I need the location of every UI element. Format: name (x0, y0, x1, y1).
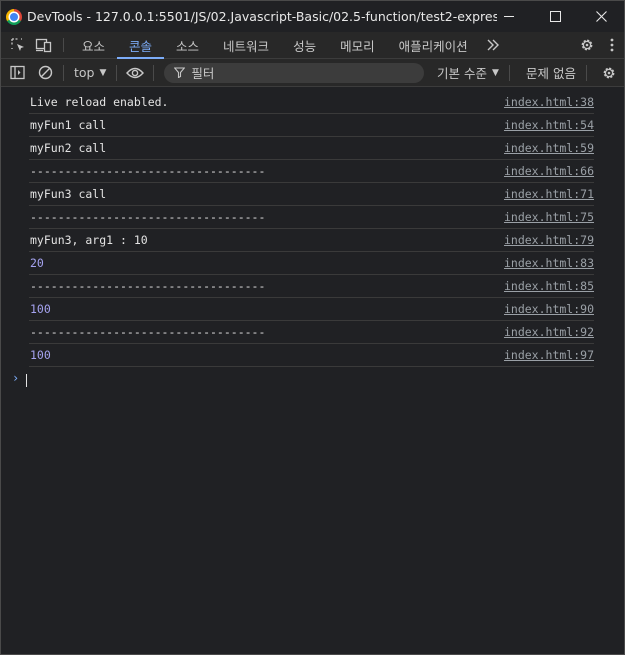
console-message: myFun3, arg1 : 10 index.html:79 (29, 229, 594, 252)
devtools-window: DevTools - 127.0.0.1:5501/JS/02.Javascri… (0, 0, 625, 655)
filter-icon (174, 67, 186, 78)
maximize-icon (549, 11, 561, 22)
context-selector[interactable]: top ▼ (68, 65, 112, 80)
settings-button[interactable] (574, 37, 600, 53)
console-message: 100 index.html:90 (29, 298, 594, 321)
console-message: ---------------------------------- index… (29, 206, 594, 229)
sidebar-toggle-icon (9, 65, 25, 80)
console-message: myFun2 call index.html:59 (29, 137, 594, 160)
console-message: myFun3 call index.html:71 (29, 183, 594, 206)
message-text: Live reload enabled. (30, 95, 169, 109)
customize-menu-button[interactable] (600, 38, 624, 52)
console-message: ---------------------------------- index… (29, 160, 594, 183)
panel-tab-bar: 요소 콘솔 소스 네트워크 성능 메모리 애플리케이션 (1, 32, 624, 59)
inspect-element-button[interactable] (5, 32, 31, 58)
source-link[interactable]: index.html:83 (504, 252, 594, 274)
inspect-icon (11, 38, 24, 51)
gear-icon (581, 39, 593, 51)
filter-input[interactable]: 필터 (164, 62, 425, 83)
live-expression-button[interactable] (121, 59, 149, 86)
caret-down-icon: ▼ (99, 67, 107, 78)
console-toolbar: top ▼ 필터 기본 수준 ▼ 문제 없음 (1, 59, 624, 87)
device-toggle-icon (35, 38, 52, 53)
message-text: myFun2 call (30, 141, 107, 155)
maximize-button[interactable] (532, 1, 578, 32)
console-message: ---------------------------------- index… (29, 321, 594, 344)
toolbar-divider (508, 64, 510, 81)
more-tabs-button[interactable] (480, 32, 506, 58)
console-message: Live reload enabled. index.html:38 (29, 91, 594, 114)
message-text: ---------------------------------- (30, 279, 266, 293)
message-number: 100 (30, 302, 51, 316)
message-number: 100 (30, 348, 51, 362)
window-title: DevTools - 127.0.0.1:5501/JS/02.Javascri… (27, 9, 497, 24)
text-cursor (26, 374, 27, 387)
log-levels-dropdown[interactable]: 기본 수준 ▼ (437, 59, 514, 86)
clear-icon (38, 65, 52, 80)
eye-icon (126, 67, 145, 78)
source-link[interactable]: index.html:38 (504, 91, 594, 113)
gear-icon (603, 67, 615, 78)
source-link[interactable]: index.html:85 (504, 275, 594, 297)
close-button[interactable] (578, 1, 624, 32)
tab-performance[interactable]: 성능 (281, 32, 328, 58)
toolbar-divider (63, 38, 64, 52)
console-output: Live reload enabled. index.html:38 myFun… (1, 87, 624, 391)
close-icon (595, 11, 607, 22)
device-toolbar-button[interactable] (31, 32, 57, 58)
console-prompt[interactable]: › (1, 369, 624, 391)
tab-elements[interactable]: 요소 (70, 32, 117, 58)
tab-memory[interactable]: 메모리 (328, 32, 387, 58)
toolbar-divider (585, 64, 587, 81)
kebab-menu-icon (610, 38, 614, 52)
levels-label: 기본 수준 (437, 66, 487, 81)
toolbar-divider (116, 64, 118, 81)
source-link[interactable]: index.html:54 (504, 114, 594, 136)
source-link[interactable]: index.html:97 (504, 344, 594, 366)
tabbar-actions (561, 32, 624, 58)
console-message: ---------------------------------- index… (29, 275, 594, 298)
double-chevron-right-icon (487, 39, 499, 51)
message-number: 20 (30, 256, 44, 270)
show-sidebar-button[interactable] (3, 59, 31, 86)
issues-counter[interactable]: 문제 없음 (526, 59, 591, 86)
caret-down-icon: ▼ (491, 67, 499, 78)
source-link[interactable]: index.html:79 (504, 229, 594, 251)
source-link[interactable]: index.html:59 (504, 137, 594, 159)
message-text: ---------------------------------- (30, 164, 266, 178)
console-message: myFun1 call index.html:54 (29, 114, 594, 137)
clear-console-button[interactable] (31, 59, 59, 86)
source-link[interactable]: index.html:90 (504, 298, 594, 320)
context-label: top (74, 65, 95, 80)
minimize-button[interactable] (486, 1, 532, 32)
message-text: ---------------------------------- (30, 325, 266, 339)
issues-label: 문제 없음 (526, 66, 576, 81)
minimize-icon (504, 16, 514, 17)
console-message: 100 index.html:97 (29, 344, 594, 367)
chrome-logo-icon (6, 8, 22, 25)
message-text: myFun3, arg1 : 10 (30, 233, 148, 247)
filter-placeholder: 필터 (191, 66, 215, 81)
message-text: ---------------------------------- (30, 210, 266, 224)
source-link[interactable]: index.html:92 (504, 321, 594, 343)
prompt-chevron-icon: › (12, 371, 20, 385)
toolbar-divider (63, 64, 64, 81)
toolbar-divider (153, 64, 155, 81)
tab-console[interactable]: 콘솔 (117, 32, 165, 59)
tab-network[interactable]: 네트워크 (211, 32, 281, 58)
tab-application[interactable]: 애플리케이션 (387, 32, 480, 58)
message-text: myFun3 call (30, 187, 107, 201)
tab-sources[interactable]: 소스 (164, 32, 211, 58)
source-link[interactable]: index.html:66 (504, 160, 594, 182)
source-link[interactable]: index.html:75 (504, 206, 594, 228)
console-message: 20 index.html:83 (29, 252, 594, 275)
title-bar: DevTools - 127.0.0.1:5501/JS/02.Javascri… (1, 1, 624, 32)
source-link[interactable]: index.html:71 (504, 183, 594, 205)
message-text: myFun1 call (30, 118, 107, 132)
console-settings-button[interactable] (595, 59, 623, 86)
